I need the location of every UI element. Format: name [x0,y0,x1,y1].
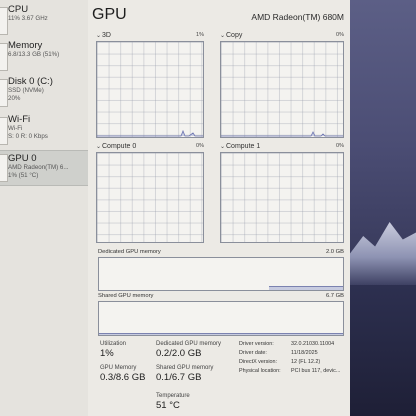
stat-label: Temperature [156,393,190,399]
gpu-panel: GPU AMD Radeon(TM) 680M ⌄3D 1% ⌄Copy 0% … [88,0,350,416]
detail-value: PCI bus 117, devic... [291,368,341,374]
memory-graph-icon [0,43,8,71]
stat-label: Utilization [100,341,127,347]
wifi-graph-icon [0,117,8,145]
shared-memory-max: 6.7 GB [325,293,344,299]
detail-key: Physical location: [239,368,281,374]
stat-value: 0.2/2.0 GB [156,348,202,359]
dedicated-memory-graph: Dedicated GPU memory 2.0 GB [98,249,344,291]
stat-label: GPU Memory [100,365,137,371]
engine-name: Compute 1 [226,143,261,150]
sidebar-item-label: CPU [8,4,29,15]
engine-name: Compute 0 [102,143,137,150]
shared-memory-fill [99,333,343,335]
engine-graph-copy: ⌄Copy 0% [220,32,344,138]
stat-utilization: Utilization 1% [100,340,126,360]
sidebar-item-wifi[interactable]: Wi-Fi Wi-Fi S: 0 R: 0 Kbps [0,114,88,148]
stat-shared-memory: Shared GPU memory 0.1/6.7 GB [156,364,213,384]
detail-key: Driver version: [239,341,274,347]
stat-value: 0.3/8.6 GB [100,372,146,383]
utilization-chart [220,152,344,243]
detail-key: Driver date: [239,350,267,356]
utilization-chart [220,41,344,138]
page-title: GPU [92,6,127,23]
engine-percent: 0% [196,143,204,149]
sidebar-item-label: Disk 0 (C:) [8,76,53,87]
stat-label: Dedicated GPU memory [156,341,222,347]
gpu-stats: Utilization 1% Dedicated GPU memory 0.2/… [100,340,350,416]
sidebar-item-label: Wi-Fi [8,114,31,125]
disk-graph-icon [0,79,8,107]
dedicated-memory-label: Dedicated GPU memory [98,249,161,255]
utilization-chart [96,152,204,243]
engine-name: Copy [226,32,243,39]
sidebar-item-label: GPU 0 [8,153,37,164]
engine-selector[interactable]: ⌄Compute 0 [96,143,136,150]
dedicated-memory-max: 2.0 GB [325,249,344,255]
sidebar-item-cpu[interactable]: CPU 11% 3.67 GHz [0,4,88,36]
sidebar-item-disk[interactable]: Disk 0 (C:) SSD (NVMe) 20% [0,76,88,110]
dedicated-memory-fill [269,286,343,290]
chevron-down-icon: ⌄ [220,33,226,39]
detail-value: 11/18/2025 [291,350,318,356]
stat-value: 0.1/6.7 GB [156,372,202,383]
chevron-down-icon: ⌄ [96,144,102,150]
engine-percent: 0% [336,32,344,38]
stat-gpu-memory: GPU Memory 0.3/8.6 GB [100,364,145,384]
utilization-line [97,129,203,137]
shared-memory-label: Shared GPU memory [98,293,154,299]
detail-value: 32.0.21030.11004 [291,341,335,347]
detail-key: DirectX version: [239,359,278,365]
utilization-chart [96,41,204,138]
sidebar-item-detail: Wi-Fi [8,125,23,132]
stat-temperature: Temperature 51 °C [156,392,190,412]
utilization-line [221,131,343,137]
stat-value: 51 °C [156,400,180,411]
engine-graph-compute-1: ⌄Compute 1 0% [220,143,344,243]
engine-selector[interactable]: ⌄Copy [220,32,242,39]
engine-name: 3D [102,32,111,39]
desktop-wallpaper [350,0,416,416]
stat-value: 1% [100,348,114,359]
sidebar-item-detail: AMD Radeon(TM) 6... [8,164,69,171]
sidebar-item-detail: 6.8/13.3 GB (51%) [8,51,60,58]
sidebar-item-detail: SSD (NVMe) [8,87,44,94]
engine-graph-3d: ⌄3D 1% [96,32,204,138]
sidebar-item-detail: 11% 3.67 GHz [8,15,48,22]
sidebar-item-gpu[interactable]: GPU 0 AMD Radeon(TM) 6... 1% (51 °C) [0,150,88,186]
sidebar-item-label: Memory [8,40,43,51]
stat-dedicated-memory: Dedicated GPU memory 0.2/2.0 GB [156,340,221,360]
sidebar: CPU 11% 3.67 GHz Memory 6.8/13.3 GB (51%… [0,0,88,416]
engine-percent: 1% [196,32,204,38]
sidebar-item-memory[interactable]: Memory 6.8/13.3 GB (51%) [0,40,88,71]
engine-graph-compute-0: ⌄Compute 0 0% [96,143,204,243]
shared-memory-graph: Shared GPU memory 6.7 GB [98,293,344,336]
engine-percent: 0% [336,143,344,149]
chevron-down-icon: ⌄ [220,144,226,150]
sidebar-item-usage: S: 0 R: 0 Kbps [8,133,48,140]
shared-memory-chart [98,301,344,336]
engine-selector[interactable]: ⌄Compute 1 [220,143,260,150]
dedicated-memory-chart [98,257,344,291]
detail-value: 12 (FL 12.2) [291,359,321,365]
sidebar-item-usage: 1% (51 °C) [8,172,39,179]
gpu-graph-icon [0,154,8,182]
engine-selector[interactable]: ⌄3D [96,32,111,39]
wallpaper-mountains [350,222,416,285]
cpu-graph-icon [0,7,8,35]
adapter-name: AMD Radeon(TM) 680M [251,12,344,22]
wallpaper-lake [350,285,416,416]
chevron-down-icon: ⌄ [96,33,102,39]
stat-label: Shared GPU memory [156,365,214,371]
sidebar-item-usage: 20% [8,95,21,102]
